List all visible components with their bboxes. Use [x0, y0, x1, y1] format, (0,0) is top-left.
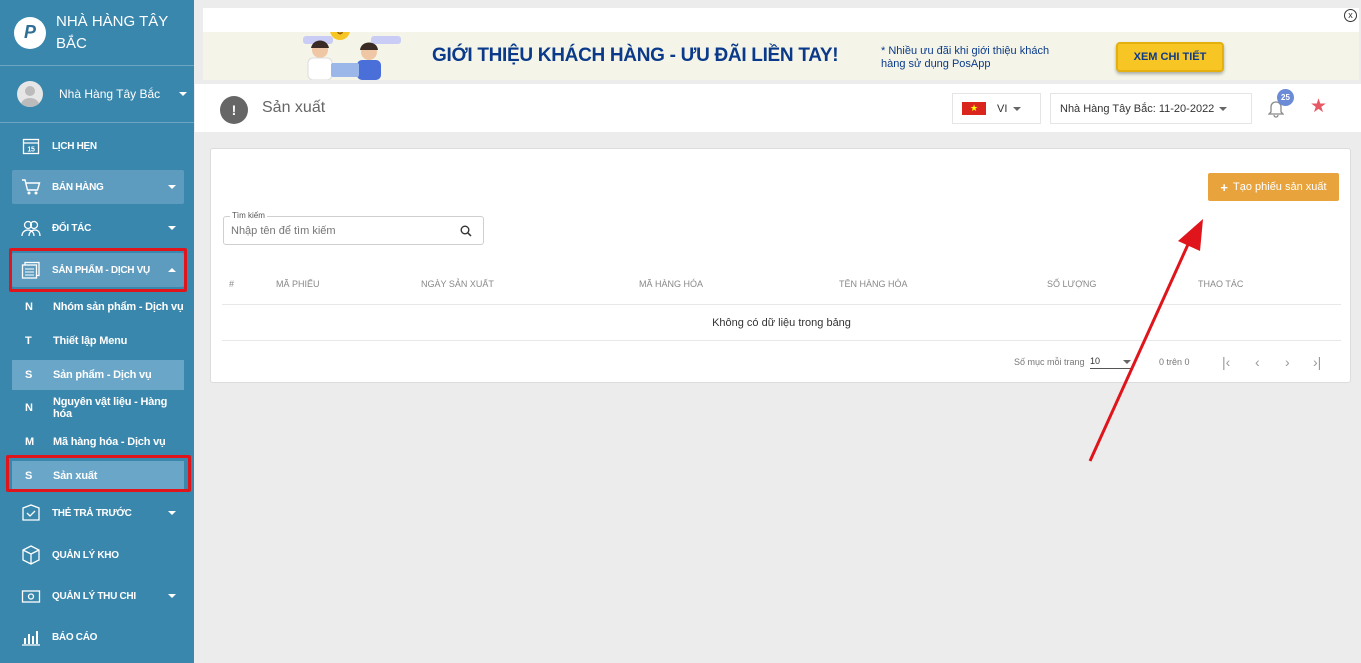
search-input[interactable]	[231, 225, 451, 237]
store-value: Nhà Hàng Tây Bắc: 11-20-2022	[1060, 102, 1215, 115]
user-name: Nhà Hàng Tây Bắc	[59, 87, 161, 101]
language-value: VI	[997, 102, 1008, 115]
sidebar-subitem-nhom-san-pham[interactable]: N Nhóm sản phẩm - Dịch vụ	[12, 292, 184, 322]
promo-banner: $ GIỚI THIỆU KHÁCH HÀNG - ƯU ĐÃI LIỀN TA…	[203, 8, 1359, 80]
chevron-down-icon	[168, 594, 176, 598]
sidebar-item-label: QUẢN LÝ KHO	[52, 549, 119, 561]
sidebar-item-label: BÁO CÁO	[52, 631, 98, 643]
sidebar-item-bao-cao[interactable]: BÁO CÁO	[0, 620, 194, 654]
chevron-down-icon	[1219, 106, 1227, 111]
sidebar-item-lich-hen[interactable]: 15 LỊCH HẸN	[0, 129, 194, 163]
sidebar-item-label: LỊCH HẸN	[52, 140, 97, 152]
sidebar-item-the-tra-truoc[interactable]: THẺ TRẢ TRƯỚC	[0, 496, 194, 530]
column-header[interactable]: NGÀY SẢN XUẤT	[421, 279, 494, 289]
search-label: Tìm kiếm	[230, 211, 267, 220]
create-button-label: Tạo phiếu sản xuất	[1233, 181, 1327, 193]
chevron-down-icon	[168, 226, 176, 230]
sidebar-item-label: BÁN HÀNG	[52, 181, 104, 193]
plus-icon: +	[1220, 179, 1228, 195]
chevron-down-icon	[1013, 106, 1022, 111]
sidebar: P NHÀ HÀNG TÂY BẮC Nhà Hàng Tây Bắc 15 L…	[0, 0, 194, 663]
per-page-value: 10	[1090, 356, 1101, 366]
sidebar-item-label: ĐỐI TÁC	[52, 222, 92, 234]
language-select[interactable]: ★ VI	[952, 93, 1041, 124]
svg-text:$: $	[337, 25, 343, 37]
page-header: ! Sản xuất ★ VI Nhà Hàng Tây Bắc: 11-20-…	[195, 84, 1361, 132]
sidebar-item-doi-tac[interactable]: ĐỐI TÁC	[0, 211, 194, 245]
user-menu[interactable]: Nhà Hàng Tây Bắc	[0, 66, 194, 123]
column-header: THAO TÁC	[1198, 279, 1244, 289]
first-page-button[interactable]: |‹	[1222, 354, 1230, 370]
column-header[interactable]: TÊN HÀNG HÓA	[839, 279, 908, 289]
prev-page-button[interactable]: ‹	[1255, 354, 1260, 370]
money-icon	[20, 586, 42, 606]
chevron-down-icon	[168, 185, 176, 189]
sidebar-subitem-nguyen-vat-lieu[interactable]: N Nguyên vật liệu - Hàng hóa	[12, 393, 184, 423]
promo-illustration: $	[303, 25, 401, 80]
store-select[interactable]: Nhà Hàng Tây Bắc: 11-20-2022	[1050, 93, 1252, 124]
brand-logo: P	[14, 16, 46, 49]
search-icon[interactable]	[460, 225, 472, 237]
partners-icon	[20, 218, 42, 238]
box-icon	[20, 545, 42, 565]
subitem-label: Sản phẩm - Dịch vụ	[53, 369, 152, 381]
divider	[222, 304, 1341, 305]
subitem-label: Nguyên vật liệu - Hàng hóa	[53, 396, 168, 420]
divider	[222, 340, 1341, 341]
page-title: Sản xuất	[262, 99, 326, 116]
page-range: 0 trên 0	[1159, 357, 1190, 367]
info-icon: !	[220, 96, 248, 124]
column-header[interactable]: MÃ HÀNG HÓA	[639, 279, 703, 289]
sidebar-subitem-thiet-lap-menu[interactable]: T Thiết lập Menu	[12, 326, 184, 356]
subitem-letter: N	[25, 402, 33, 414]
column-header[interactable]: SỐ LƯỢNG	[1047, 279, 1096, 289]
cart-icon	[20, 177, 42, 197]
banner-close-button[interactable]: x	[1344, 9, 1357, 22]
brand[interactable]: P NHÀ HÀNG TÂY BẮC	[0, 0, 194, 66]
column-header: #	[229, 279, 235, 289]
sidebar-item-label: THẺ TRẢ TRƯỚC	[52, 507, 132, 519]
sidebar-subitem-ma-hang-hoa[interactable]: M Mã hàng hóa - Dịch vụ	[12, 427, 184, 457]
chevron-down-icon	[179, 92, 187, 96]
brand-name: NHÀ HÀNG TÂY BẮC	[56, 12, 168, 52]
report-chart-icon	[20, 627, 42, 647]
column-header[interactable]: MÃ PHIẾU	[276, 279, 320, 289]
promo-title: GIỚI THIỆU KHÁCH HÀNG - ƯU ĐÃI LIỀN TAY!	[432, 45, 839, 66]
sidebar-item-quan-ly-kho[interactable]: QUẢN LÝ KHO	[0, 538, 194, 572]
sidebar-item-quan-ly-thu-chi[interactable]: QUẢN LÝ THU CHI	[0, 579, 194, 613]
chevron-down-icon	[1123, 360, 1131, 364]
subitem-letter: T	[25, 335, 32, 347]
sidebar-subitem-san-pham-dich-vu[interactable]: S Sản phẩm - Dịch vụ	[12, 360, 184, 390]
vietnam-flag-icon: ★	[962, 102, 986, 115]
per-page-label: Số mục mỗi trang	[1014, 357, 1085, 367]
per-page-select[interactable]: 10	[1090, 353, 1131, 369]
promo-note: * Nhiều ưu đãi khi giới thiệu khách hàng…	[881, 45, 1050, 70]
calendar-icon: 15	[20, 136, 42, 156]
star-icon[interactable]: ★	[1310, 95, 1327, 118]
annotation-box	[6, 455, 191, 492]
create-production-button[interactable]: + Tạo phiếu sản xuất	[1208, 173, 1339, 201]
subitem-letter: N	[25, 301, 33, 313]
avatar	[17, 81, 43, 107]
chevron-down-icon	[168, 511, 176, 515]
search-field[interactable]: Tìm kiếm	[223, 211, 484, 245]
subitem-label: Thiết lập Menu	[53, 335, 128, 347]
promo-detail-button[interactable]: XEM CHI TIẾT	[1116, 42, 1224, 72]
annotation-box	[9, 248, 187, 292]
subitem-letter: M	[25, 436, 34, 448]
prepaid-card-icon	[20, 503, 42, 523]
sidebar-item-ban-hang[interactable]: BÁN HÀNG	[12, 170, 184, 204]
notification-badge: 25	[1277, 89, 1294, 106]
subitem-letter: S	[25, 369, 33, 381]
next-page-button[interactable]: ›	[1285, 354, 1290, 370]
svg-text:15: 15	[27, 147, 35, 154]
empty-table-message: Không có dữ liệu trong bảng	[712, 317, 851, 329]
subitem-label: Mã hàng hóa - Dịch vụ	[53, 436, 166, 448]
subitem-label: Nhóm sản phẩm - Dịch vụ	[53, 301, 184, 313]
last-page-button[interactable]: ›|	[1313, 354, 1321, 370]
sidebar-item-label: QUẢN LÝ THU CHI	[52, 590, 136, 602]
production-card: + Tạo phiếu sản xuất Tìm kiếm # MÃ PHIẾU…	[210, 148, 1351, 383]
